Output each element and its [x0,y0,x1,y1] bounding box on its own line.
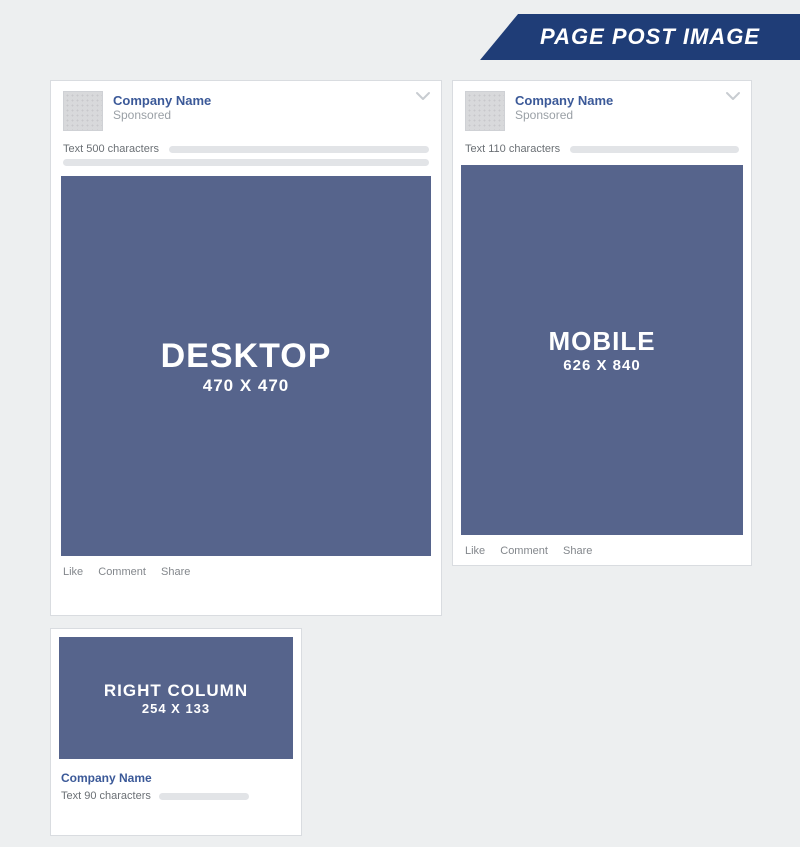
right-column-image-spec: RIGHT COLUMN 254 X 133 [59,637,293,759]
company-name[interactable]: Company Name [113,93,211,108]
right-column-card: RIGHT COLUMN 254 X 133 Company Name Text… [50,628,302,836]
desktop-text-label: Text 500 characters [63,143,159,155]
desktop-image-spec: DESKTOP 470 X 470 [61,176,431,556]
right-column-text-label: Text 90 characters [61,790,151,802]
avatar-placeholder [63,91,103,131]
right-column-image-title: RIGHT COLUMN [104,681,248,701]
chevron-down-icon[interactable] [415,91,431,101]
mobile-card: Company Name Sponsored Text 110 characte… [452,80,752,566]
desktop-actions: Like Comment Share [51,556,441,588]
desktop-image-dims: 470 X 470 [203,376,290,396]
mobile-card-header: Company Name Sponsored [453,81,751,137]
desktop-card: Company Name Sponsored Text 500 characte… [50,80,442,616]
mobile-image-title: MOBILE [548,326,655,357]
page-banner: PAGE POST IMAGE [480,14,800,60]
mobile-image-dims: 626 X 840 [563,357,640,374]
sponsored-label: Sponsored [515,108,613,122]
text-placeholder-bar [63,159,429,166]
mobile-actions: Like Comment Share [453,535,751,567]
text-placeholder-bar [570,146,739,153]
text-placeholder-bar [169,146,429,153]
sponsored-label: Sponsored [113,108,211,122]
like-button[interactable]: Like [465,545,485,557]
share-button[interactable]: Share [563,545,592,557]
comment-button[interactable]: Comment [98,566,146,578]
mobile-image-spec: MOBILE 626 X 840 [461,165,743,535]
text-placeholder-bar [159,793,249,800]
desktop-image-title: DESKTOP [161,337,332,376]
like-button[interactable]: Like [63,566,83,578]
company-name[interactable]: Company Name [515,93,613,108]
right-column-image-dims: 254 X 133 [142,701,210,716]
share-button[interactable]: Share [161,566,190,578]
right-column-body: Company Name Text 90 characters [51,767,301,810]
chevron-down-icon[interactable] [725,91,741,101]
mobile-text-row: Text 110 characters [453,137,751,165]
desktop-text-row-2 [51,159,441,176]
desktop-text-row: Text 500 characters [51,137,441,159]
mobile-text-label: Text 110 characters [465,143,560,155]
comment-button[interactable]: Comment [500,545,548,557]
company-name[interactable]: Company Name [61,771,291,786]
avatar-placeholder [465,91,505,131]
page-banner-title: PAGE POST IMAGE [540,24,760,49]
desktop-card-header: Company Name Sponsored [51,81,441,137]
right-column-text-row: Text 90 characters [61,790,291,802]
